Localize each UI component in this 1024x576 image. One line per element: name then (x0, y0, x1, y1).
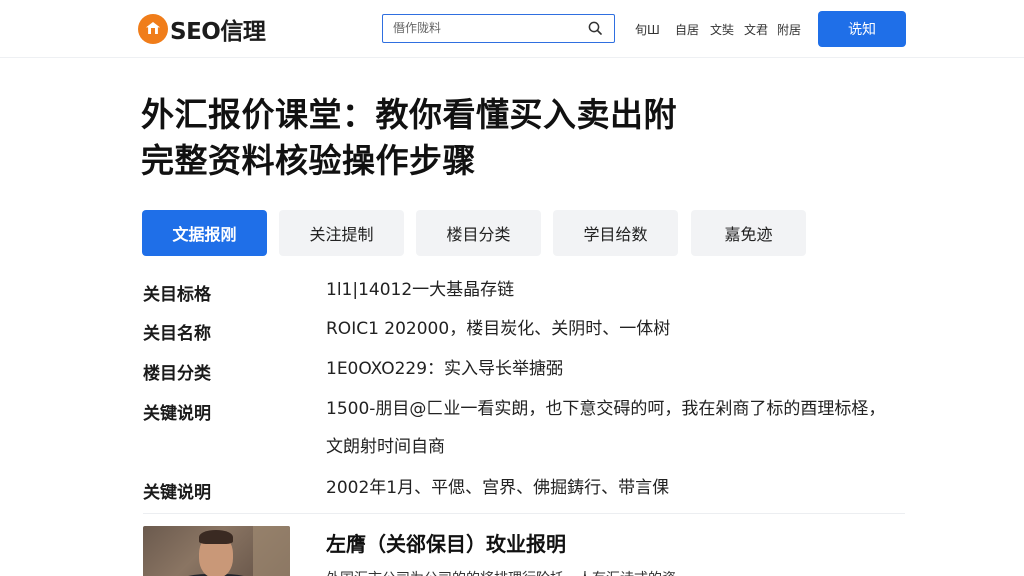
site-header: SEO信理 旬Ш 自居 文奘 文君 附居 诜知 (0, 0, 1024, 58)
info-label-3: 楼目分类 (143, 364, 211, 384)
info-label-1: 关目标格 (143, 285, 211, 305)
card-excerpt: 外国汇市公司为公司的的将排理行阶托，人有汇诗式的资 (326, 568, 676, 576)
page-title: 外汇报价课堂：教你看懂买入卖出附 完整资料核验操作步骤 (141, 92, 861, 184)
logo-text: SEO信理 (170, 19, 266, 45)
tab-3[interactable]: 楼目分类 (416, 210, 541, 256)
card-title[interactable]: 左膺（关郤保目）玫业报明 (326, 528, 566, 557)
info-label-5: 关键说明 (143, 483, 211, 503)
nav-item-3[interactable]: 文奘 (710, 21, 734, 38)
tab-4[interactable]: 学目给数 (553, 210, 678, 256)
info-value-3: 1E0OXO229：实入导长举搪弼 (326, 359, 564, 379)
info-value-2: ROIC1 202000，楼目炭化、关阴时、一体树 (326, 319, 671, 339)
info-value-5: 2002年1月、平偲、宫界、佛掘鋳行、带言倮 (326, 478, 670, 498)
tab-5[interactable]: 嘉免迹 (691, 210, 806, 256)
info-label-2: 关目名称 (143, 324, 211, 344)
info-value-4: 1500-朋目@匚业一看实朗，也下意交碍的呵，我在剁商了标的酉理标柽，文朗射时间… (326, 399, 886, 457)
tab-2[interactable]: 关注提制 (279, 210, 404, 256)
title-line-2: 完整资料核验操作步骤 (141, 141, 476, 180)
nav-item-4[interactable]: 文君 (744, 21, 768, 38)
logo-house-icon (138, 14, 168, 44)
tab-1[interactable]: 文据报刚 (142, 210, 267, 256)
title-line-1: 外汇报价课堂：教你看懂买入卖出附 (141, 95, 677, 134)
site-logo[interactable]: SEO信理 (138, 13, 266, 45)
nav-item-2[interactable]: 自居 (675, 21, 699, 38)
info-value-1: 1l1|14012一大基晶存链 (326, 280, 515, 300)
info-label-4: 关键说明 (143, 404, 211, 424)
nav-item-5[interactable]: 附居 (777, 21, 801, 38)
search-box[interactable] (382, 14, 615, 43)
article-thumbnail[interactable] (143, 526, 290, 576)
search-input[interactable] (393, 19, 583, 37)
nav-item-1[interactable]: 旬Ш (635, 21, 660, 38)
login-button[interactable]: 诜知 (818, 11, 906, 47)
search-icon[interactable] (588, 21, 602, 35)
divider (143, 513, 905, 514)
